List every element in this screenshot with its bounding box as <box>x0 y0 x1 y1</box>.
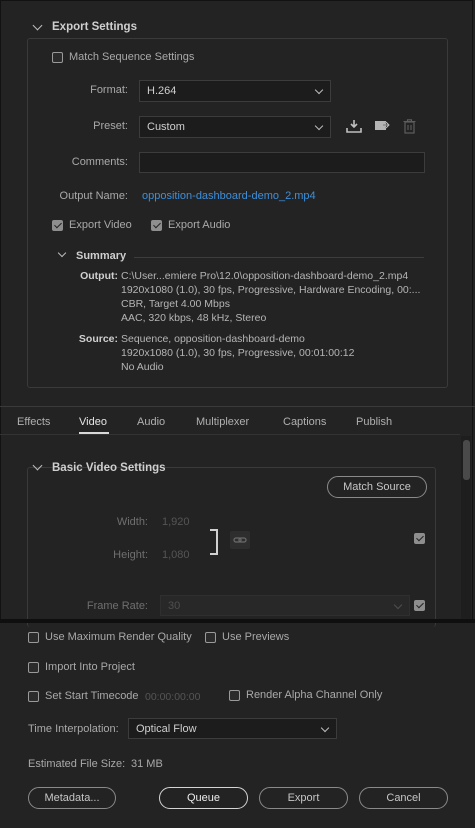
output-summary-line: 1920x1080 (1.0), 30 fps, Progressive, Ha… <box>121 284 421 296</box>
delete-preset-icon[interactable] <box>403 119 416 134</box>
set-start-timecode-checkbox[interactable] <box>28 691 39 702</box>
output-name-link[interactable]: opposition-dashboard-demo_2.mp4 <box>142 190 316 202</box>
render-alpha-checkbox[interactable] <box>229 690 240 701</box>
source-summary-line: Sequence, opposition-dashboard-demo <box>121 333 305 345</box>
height-label: Height: <box>113 549 148 561</box>
width-value[interactable]: 1,920 <box>162 516 190 528</box>
match-source-button[interactable]: Match Source <box>327 476 427 498</box>
time-interpolation-label: Time Interpolation: <box>28 723 119 735</box>
export-settings-header[interactable]: Export Settings <box>52 21 137 33</box>
format-label: Format: <box>90 84 128 96</box>
output-summary-line: AAC, 320 kbps, 48 kHz, Stereo <box>121 312 267 324</box>
export-audio-label: Export Audio <box>168 219 231 231</box>
tab-video[interactable]: Video <box>79 416 107 428</box>
match-sequence-checkbox[interactable] <box>52 52 63 63</box>
export-video-checkbox[interactable] <box>52 220 63 231</box>
queue-button[interactable]: Queue <box>159 787 248 809</box>
time-interpolation-dropdown[interactable]: Optical Flow <box>128 718 337 739</box>
source-summary-line: No Audio <box>121 361 164 373</box>
max-render-checkbox[interactable] <box>28 632 39 643</box>
basic-video-header[interactable]: Basic Video Settings <box>52 462 166 474</box>
start-timecode-value[interactable]: 00:00:00:00 <box>145 691 200 703</box>
import-project-checkbox[interactable] <box>28 662 39 673</box>
tab-audio[interactable]: Audio <box>137 416 165 428</box>
output-name-label: Output Name: <box>59 190 128 202</box>
preset-value: Custom <box>147 121 185 133</box>
tab-multiplexer[interactable]: Multiplexer <box>196 416 249 428</box>
export-video-label: Export Video <box>69 219 132 231</box>
comments-field[interactable] <box>139 152 425 173</box>
panel-separator <box>0 619 475 623</box>
preset-dropdown[interactable]: Custom <box>139 116 331 138</box>
import-preset-icon[interactable] <box>374 119 390 133</box>
tab-effects[interactable]: Effects <box>17 416 50 428</box>
output-summary-line: CBR, Target 4.00 Mbps <box>121 298 230 310</box>
time-interpolation-value: Optical Flow <box>136 723 197 735</box>
aspect-bracket <box>210 529 218 555</box>
match-sequence-label: Match Sequence Settings <box>69 51 195 63</box>
render-alpha-label: Render Alpha Channel Only <box>246 689 383 701</box>
preset-label: Preset: <box>93 120 128 132</box>
chevron-down-icon <box>314 85 324 95</box>
frame-rate-dropdown[interactable]: 30 <box>160 595 410 616</box>
frame-rate-checkbox[interactable] <box>414 600 425 611</box>
scrollbar-thumb[interactable] <box>463 440 470 480</box>
import-project-label: Import Into Project <box>45 661 135 673</box>
tabs-top-divider <box>0 406 475 407</box>
estimated-size-value: 31 MB <box>131 758 163 770</box>
cancel-button[interactable]: Cancel <box>359 787 448 809</box>
tab-captions[interactable]: Captions <box>283 416 326 428</box>
comments-label: Comments: <box>71 156 128 168</box>
set-start-timecode-label: Set Start Timecode <box>45 690 139 702</box>
max-render-label: Use Maximum Render Quality <box>45 631 192 643</box>
format-dropdown[interactable]: H.264 <box>139 80 331 102</box>
height-value[interactable]: 1,080 <box>162 549 190 561</box>
tabs-bottom-divider <box>0 434 460 435</box>
use-previews-label: Use Previews <box>222 631 290 643</box>
chevron-down-icon <box>320 723 330 733</box>
output-summary-line: C:\User...emiere Pro\12.0\opposition-das… <box>121 270 409 282</box>
use-previews-checkbox[interactable] <box>205 632 216 643</box>
export-audio-checkbox[interactable] <box>151 220 162 231</box>
dimensions-checkbox[interactable] <box>414 533 425 544</box>
source-summary-line: 1920x1080 (1.0), 30 fps, Progressive, 00… <box>121 347 355 359</box>
chevron-down-icon <box>314 121 324 131</box>
save-preset-icon[interactable] <box>346 119 362 133</box>
output-summary-label: Output: <box>80 270 118 282</box>
estimated-size-label: Estimated File Size: <box>28 758 126 770</box>
frame-rate-value: 30 <box>168 600 181 612</box>
tab-publish[interactable]: Publish <box>356 416 392 428</box>
export-button[interactable]: Export <box>259 787 348 809</box>
chevron-down-icon <box>393 600 403 610</box>
metadata-button[interactable]: Metadata... <box>28 787 116 809</box>
frame-rate-label: Frame Rate: <box>86 600 148 612</box>
format-value: H.264 <box>147 85 177 97</box>
width-label: Width: <box>116 516 148 528</box>
source-summary-label: Source: <box>78 333 118 345</box>
summary-header[interactable]: Summary <box>76 250 126 262</box>
link-icon[interactable] <box>230 531 250 549</box>
summary-divider <box>134 257 424 258</box>
